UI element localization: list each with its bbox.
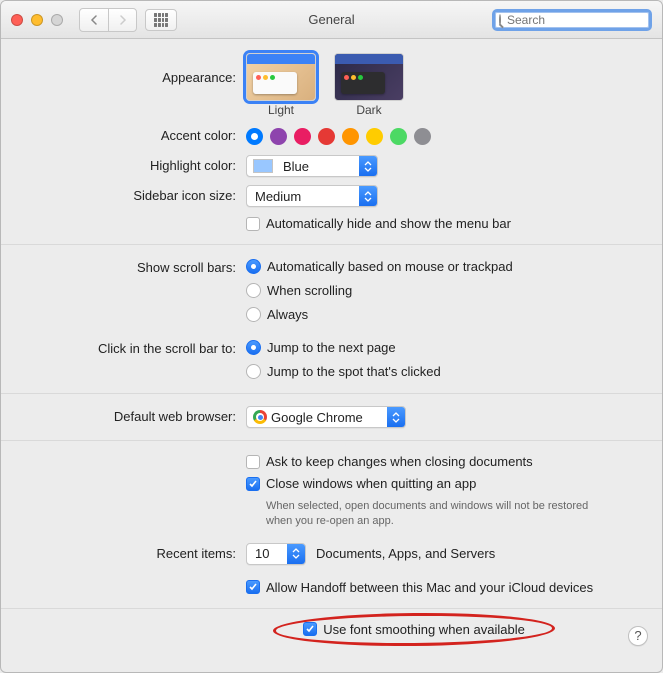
close-windows-label: Close windows when quitting an app — [266, 475, 476, 492]
font-smoothing-label: Use font smoothing when available — [323, 621, 525, 638]
accent-grey[interactable] — [414, 128, 431, 145]
autohide-menubar-checkbox[interactable]: Automatically hide and show the menu bar — [246, 215, 642, 232]
close-windows-help: When selected, open documents and window… — [246, 497, 616, 535]
appearance-light-label: Light — [268, 103, 294, 117]
search-icon — [499, 14, 501, 26]
scrollbars-option-0: Automatically based on mouse or trackpad — [267, 257, 513, 276]
highlight-select[interactable]: Blue — [246, 155, 378, 177]
browser-value: Google Chrome — [267, 410, 387, 425]
scrollbars-option-1: When scrolling — [267, 281, 352, 300]
highlight-row: Highlight color: Blue — [1, 151, 662, 181]
accent-blue[interactable] — [246, 128, 263, 145]
ask-keep-checkbox[interactable]: Ask to keep changes when closing documen… — [246, 453, 642, 470]
handoff-checkbox[interactable]: Allow Handoff between this Mac and your … — [246, 579, 642, 596]
titlebar: General — [1, 1, 662, 39]
stepper-arrows-icon — [359, 156, 377, 176]
stepper-arrows-icon — [287, 544, 305, 564]
close-window-button[interactable] — [11, 14, 23, 26]
divider — [1, 440, 662, 441]
recent-count-value: 10 — [247, 546, 287, 561]
stepper-arrows-icon — [359, 186, 377, 206]
highlight-swatch-icon — [253, 159, 273, 173]
sidebar-size-select[interactable]: Medium — [246, 185, 378, 207]
recent-count-select[interactable]: 10 — [246, 543, 306, 565]
appearance-option-light[interactable]: Light — [246, 53, 316, 117]
accent-color-group — [246, 128, 642, 145]
autohide-label: Automatically hide and show the menu bar — [266, 215, 511, 232]
stepper-arrows-icon — [387, 407, 405, 427]
recent-suffix: Documents, Apps, and Servers — [316, 546, 495, 561]
accent-pink[interactable] — [294, 128, 311, 145]
scrollbars-label: Show scroll bars: — [21, 257, 246, 279]
clickscroll-label: Click in the scroll bar to: — [21, 338, 246, 360]
zoom-window-button — [51, 14, 63, 26]
sidebar-row: Sidebar icon size: Medium — [1, 181, 662, 211]
scrollbars-auto-radio[interactable]: Automatically based on mouse or trackpad — [246, 257, 642, 276]
nav-back-forward — [79, 8, 137, 32]
recent-label: Recent items: — [21, 543, 246, 565]
divider — [1, 608, 662, 609]
minimize-window-button[interactable] — [31, 14, 43, 26]
appearance-label: Appearance: — [21, 53, 246, 89]
window-controls — [11, 14, 63, 26]
ask-keep-label: Ask to keep changes when closing documen… — [266, 453, 533, 470]
recent-row: Recent items: 10 Documents, Apps, and Se… — [1, 539, 662, 569]
accent-yellow[interactable] — [366, 128, 383, 145]
divider — [1, 393, 662, 394]
preferences-window: General Appearance: Light Dark — [0, 0, 663, 673]
browser-row: Default web browser: Google Chrome — [1, 402, 662, 432]
font-smoothing-row: Use font smoothing when available ? — [1, 617, 662, 658]
clickscroll-option-0: Jump to the next page — [267, 338, 396, 357]
browser-label: Default web browser: — [21, 406, 246, 428]
highlight-value: Blue — [279, 159, 359, 174]
accent-row: Accent color: — [1, 121, 662, 151]
pane-body: Appearance: Light Dark Accent color: — [1, 39, 662, 672]
clickscroll-spot-radio[interactable]: Jump to the spot that's clicked — [246, 362, 642, 381]
scrollbars-scrolling-radio[interactable]: When scrolling — [246, 281, 642, 300]
scrollbars-option-2: Always — [267, 305, 308, 324]
handoff-label: Allow Handoff between this Mac and your … — [266, 579, 593, 596]
chrome-icon — [253, 410, 267, 424]
clickscroll-option-1: Jump to the spot that's clicked — [267, 362, 441, 381]
help-glyph: ? — [634, 628, 641, 643]
appearance-option-dark[interactable]: Dark — [334, 53, 404, 117]
show-all-button[interactable] — [145, 9, 177, 31]
sidebar-label: Sidebar icon size: — [21, 185, 246, 207]
sidebar-size-value: Medium — [247, 189, 359, 204]
autohide-row: Automatically hide and show the menu bar — [1, 211, 662, 236]
divider — [1, 244, 662, 245]
accent-red[interactable] — [318, 128, 335, 145]
back-button[interactable] — [80, 9, 108, 31]
clickscroll-nextpage-radio[interactable]: Jump to the next page — [246, 338, 642, 357]
accent-purple[interactable] — [270, 128, 287, 145]
search-input[interactable] — [505, 13, 663, 27]
appearance-dark-label: Dark — [356, 103, 381, 117]
scrollbars-row: Show scroll bars: Automatically based on… — [1, 253, 662, 328]
search-field-wrap[interactable] — [492, 9, 652, 31]
appearance-row: Appearance: Light Dark — [1, 39, 662, 121]
accent-orange[interactable] — [342, 128, 359, 145]
clickscroll-row: Click in the scroll bar to: Jump to the … — [1, 328, 662, 385]
highlight-label: Highlight color: — [21, 155, 246, 177]
close-windows-checkbox[interactable]: Close windows when quitting an app — [246, 475, 642, 492]
accent-green[interactable] — [390, 128, 407, 145]
accent-label: Accent color: — [21, 125, 246, 147]
handoff-row: Allow Handoff between this Mac and your … — [1, 569, 662, 600]
help-button[interactable]: ? — [628, 626, 648, 646]
font-smoothing-checkbox[interactable]: Use font smoothing when available — [303, 621, 525, 638]
browser-select[interactable]: Google Chrome — [246, 406, 406, 428]
scrollbars-always-radio[interactable]: Always — [246, 305, 642, 324]
forward-button — [108, 9, 136, 31]
documents-row: Ask to keep changes when closing documen… — [1, 449, 662, 539]
